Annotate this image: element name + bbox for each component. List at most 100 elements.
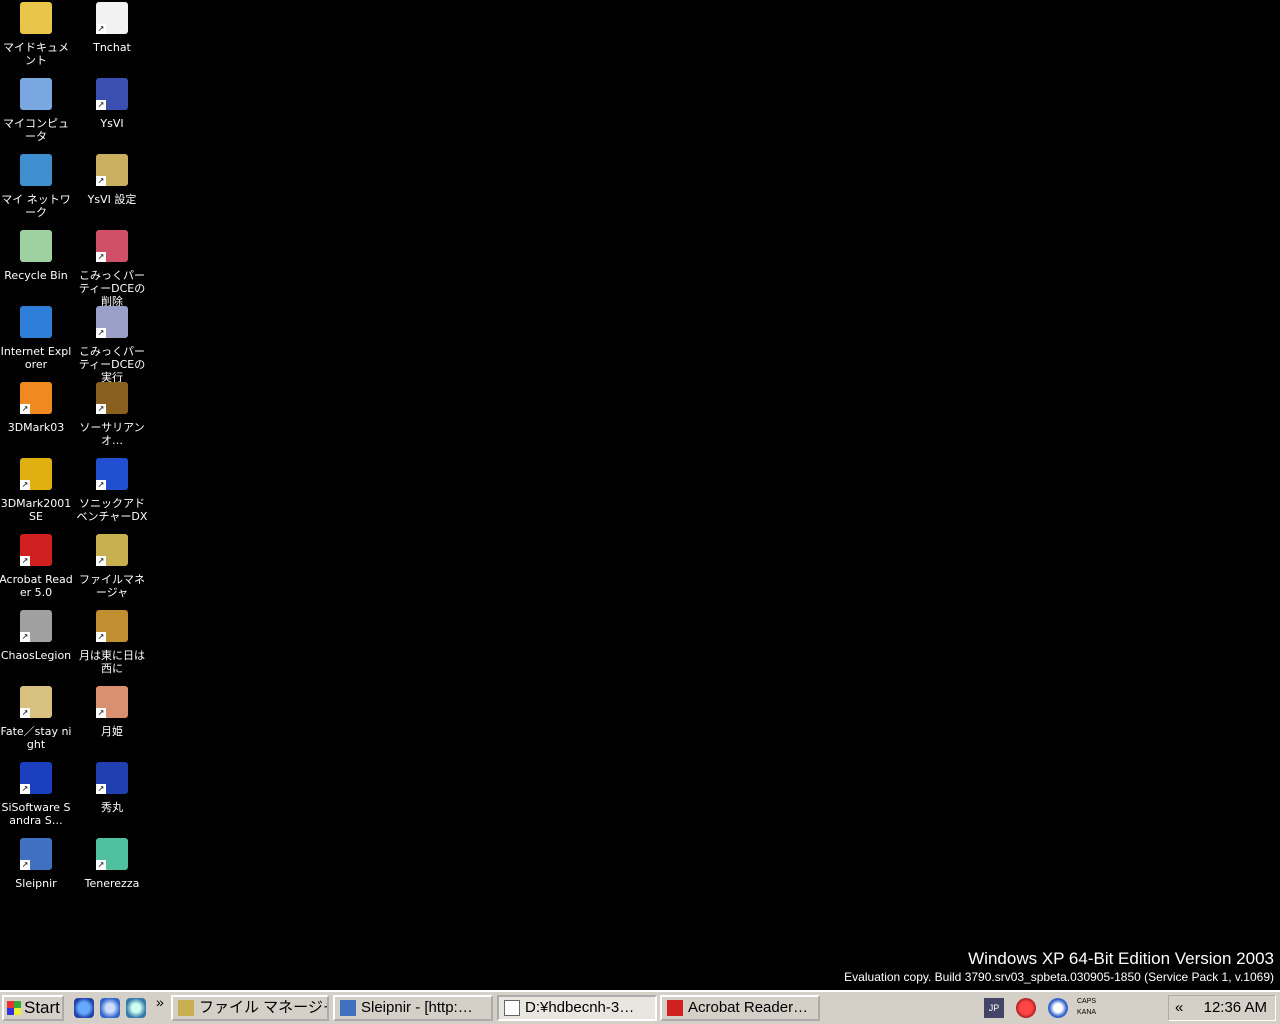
shortcut-arrow-icon: ↗ [96, 784, 106, 794]
desktop-icon-label: 3DMark03 [7, 421, 65, 434]
shortcut-arrow-icon: ↗ [96, 480, 106, 490]
task-label: D:¥hdbecnh-3… [525, 999, 635, 1016]
desktop-icon-chaos-legion[interactable]: ↗ ChaosLegion [0, 610, 74, 686]
show-hidden-icons-button[interactable]: « [1175, 996, 1183, 1020]
desktop-icon-sisoftware-sandra[interactable]: ↗ SiSoftware Sandra S… [0, 762, 74, 838]
task-button-file-manager[interactable]: ファイル マネージャ - … [171, 995, 329, 1021]
task-button-document[interactable]: D:¥hdbecnh-3… [497, 995, 657, 1021]
desktop-icon-ysvi[interactable]: ↗ YsVI [74, 78, 150, 154]
tenerezza-icon: ↗ [96, 838, 128, 870]
shortcut-arrow-icon: ↗ [20, 784, 30, 794]
desktop-icon-chat-bubble[interactable]: ↗ Tnchat [74, 2, 150, 78]
desktop-icon-fate-stay-night[interactable]: ↗ Fate／stay night [0, 686, 74, 762]
ime-pad-icon[interactable] [1016, 998, 1036, 1018]
shortcut-arrow-icon: ↗ [20, 632, 30, 642]
desktop-icon-3dmark03[interactable]: ↗ 3DMark03 [0, 382, 74, 458]
desktop-icon-my-computer[interactable]: マイコンピュータ [0, 78, 74, 154]
desktop-icon-label: Sleipnir [15, 877, 57, 890]
uninstall-icon: ↗ [96, 230, 128, 262]
file-manager-icon: ↗ [96, 534, 128, 566]
sorcerian-icon: ↗ [96, 382, 128, 414]
comic-party-icon: ↗ [96, 306, 128, 338]
ysvi-settings-icon: ↗ [96, 154, 128, 186]
my-network-icon [20, 154, 52, 186]
desktop-icon-my-network[interactable]: マイ ネットワーク [0, 154, 74, 230]
desktop-icon-hidemaru[interactable]: ↗ 秀丸 [74, 762, 150, 838]
task-button-acrobat-reader[interactable]: Acrobat Reader… [660, 995, 820, 1021]
desktop-icon-internet-explorer[interactable]: Internet Explorer [0, 306, 74, 382]
desktop-icon-sonic-dx[interactable]: ↗ ソニックアドベンチャーDX [74, 458, 150, 534]
shortcut-arrow-icon: ↗ [96, 252, 106, 262]
task-label: ファイル マネージャ - … [199, 999, 327, 1016]
shortcut-arrow-icon: ↗ [20, 708, 30, 718]
desktop-icon-label: 月は東に日は西に [79, 649, 145, 675]
tsukihigashi-icon: ↗ [96, 610, 128, 642]
desktop-icon-tenerezza[interactable]: ↗ Tenerezza [74, 838, 150, 914]
shortcut-arrow-icon: ↗ [96, 860, 106, 870]
shortcut-arrow-icon: ↗ [20, 480, 30, 490]
desktop-icon-label: マイコンピュータ [3, 117, 69, 143]
task-label: Acrobat Reader… [688, 999, 809, 1016]
shortcut-arrow-icon: ↗ [96, 404, 106, 414]
clock[interactable]: 12:36 AM [1204, 996, 1267, 1020]
os-version-text: Windows XP 64-Bit Edition Version 2003 [968, 949, 1274, 968]
task-label: Sleipnir - [http:… [361, 999, 473, 1016]
desktop-icon-file-manager[interactable]: ↗ ファイルマネージャ [74, 534, 150, 610]
help-icon[interactable] [1048, 998, 1068, 1018]
desktop-icon-ysvi-settings[interactable]: ↗ YsVI 設定 [74, 154, 150, 230]
desktop-icon-label: Tnchat [93, 41, 131, 54]
desktop-icon-label: 月姫 [101, 725, 123, 738]
desktop-icon-3dmark2001[interactable]: ↗ 3DMark2001 SE [0, 458, 74, 534]
quicklaunch-hidemaru-icon[interactable] [126, 998, 146, 1018]
chaos-legion-icon: ↗ [20, 610, 52, 642]
desktop-icon-sorcerian[interactable]: ↗ ソーサリアンオ… [74, 382, 150, 458]
desktop-icon-tsukihigashi[interactable]: ↗ 月は東に日は西に [74, 610, 150, 686]
desktop-icon-label: Internet Explorer [0, 345, 72, 371]
3dmark2001-icon: ↗ [20, 458, 52, 490]
my-computer-icon [20, 78, 52, 110]
windows-logo-icon [7, 1001, 21, 1015]
shortcut-arrow-icon: ↗ [20, 556, 30, 566]
desktop-icon-acrobat-reader[interactable]: ↗ Acrobat Reader 5.0 [0, 534, 74, 610]
shortcut-arrow-icon: ↗ [96, 24, 106, 34]
task-button-sleipnir[interactable]: Sleipnir - [http:… [333, 995, 493, 1021]
shortcut-arrow-icon: ↗ [96, 328, 106, 338]
document-icon [504, 1000, 520, 1016]
build-info-text: Evaluation copy. Build 3790.srv03_spbeta… [844, 970, 1274, 984]
os-version-watermark: Windows XP 64-Bit Edition Version 2003 E… [844, 948, 1274, 985]
desktop-icon-label: ファイルマネージャ [79, 573, 145, 599]
desktop-icon-my-documents[interactable]: マイドキュメント [0, 2, 74, 78]
desktop-icon-label: ソーサリアンオ… [79, 421, 145, 447]
internet-explorer-icon [20, 306, 52, 338]
desktop-icon-label: 3DMark2001 SE [0, 497, 72, 523]
taskbar: Start » ファイル マネージャ - … Sleipnir - [http:… [0, 990, 1280, 1024]
desktop-icon-label: ChaosLegion [0, 649, 72, 662]
desktop-icon-sleipnir[interactable]: ↗ Sleipnir [0, 838, 74, 914]
desktop-icon-label: 秀丸 [101, 801, 123, 814]
desktop-icon-uninstall[interactable]: ↗ こみっくパーティーDCEの削除 [74, 230, 150, 308]
shortcut-arrow-icon: ↗ [96, 708, 106, 718]
quicklaunch-chevron[interactable]: » [156, 994, 164, 1010]
desktop-icon-label: マイドキュメント [3, 41, 69, 67]
desktop-icon-label: Tenerezza [84, 877, 140, 890]
quicklaunch-internet-explorer-icon[interactable] [74, 998, 94, 1018]
ime-status[interactable]: CAPS KANA [1077, 996, 1096, 1018]
start-label: Start [24, 998, 60, 1017]
ime-language-indicator[interactable]: JP [984, 998, 1004, 1018]
quicklaunch-sleipnir-icon[interactable] [100, 998, 120, 1018]
desktop-icon-label: ソニックアドベンチャーDX [76, 497, 148, 523]
shortcut-arrow-icon: ↗ [20, 404, 30, 414]
desktop-icon-comic-party[interactable]: ↗ こみっくパーティーDCEの実行 [74, 306, 150, 384]
shortcut-arrow-icon: ↗ [96, 100, 106, 110]
sonic-dx-icon: ↗ [96, 458, 128, 490]
desktop-icon-recycle-bin[interactable]: Recycle Bin [0, 230, 74, 306]
shortcut-arrow-icon: ↗ [96, 632, 106, 642]
desktop: マイドキュメント ↗ Tnchat マイコンピュータ ↗ YsVI マイ ネットワーク ↗ Ys… [0, 0, 1280, 990]
desktop-icon-label: Acrobat Reader 5.0 [0, 573, 73, 599]
acrobat-reader-icon: ↗ [20, 534, 52, 566]
tsukihime-icon: ↗ [96, 686, 128, 718]
desktop-icon-tsukihime[interactable]: ↗ 月姫 [74, 686, 150, 762]
desktop-icon-label: YsVI [100, 117, 124, 130]
start-button[interactable]: Start [2, 995, 64, 1021]
desktop-icon-label: マイ ネットワーク [1, 193, 71, 219]
